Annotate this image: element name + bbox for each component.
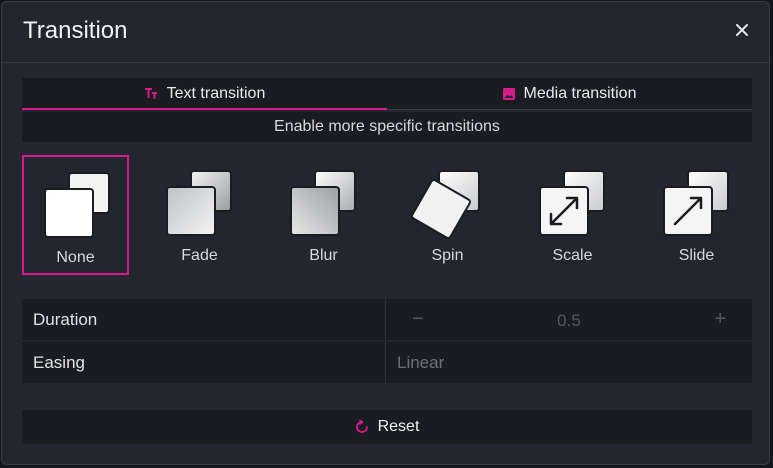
tab-text-transition[interactable]: Text transition <box>22 78 387 110</box>
option-label: Slide <box>678 247 715 264</box>
blur-transition-icon <box>290 170 356 236</box>
spin-transition-icon <box>411 170 480 239</box>
option-none[interactable]: None <box>22 155 129 275</box>
option-label: None <box>56 249 95 266</box>
dialog-title: Transition <box>23 17 128 44</box>
option-slide[interactable]: Slide <box>643 155 750 275</box>
tab-label: Text transition <box>166 84 266 102</box>
duration-stepper[interactable]: − 0.5 + <box>386 299 752 340</box>
reset-icon <box>355 420 369 434</box>
slide-transition-icon <box>663 170 729 236</box>
increment-button[interactable]: + <box>714 308 726 331</box>
close-icon[interactable] <box>731 19 753 41</box>
option-spin[interactable]: Spin <box>394 155 501 275</box>
text-type-icon <box>144 87 158 100</box>
transition-dialog: Transition Text transition Media transit… <box>1 1 770 465</box>
settings-table: Duration − 0.5 + Easing Linear <box>22 299 752 385</box>
tab-label: Media transition <box>523 84 637 102</box>
transition-tabs: Text transition Media transition <box>22 78 752 110</box>
duration-row: Duration − 0.5 + <box>22 299 752 340</box>
none-transition-icon <box>44 172 110 238</box>
tab-media-transition[interactable]: Media transition <box>387 78 752 109</box>
easing-label: Easing <box>22 342 386 383</box>
scale-transition-icon <box>539 170 605 236</box>
image-icon <box>502 87 515 100</box>
section-subtitle: Enable more specific transitions <box>22 112 752 142</box>
duration-value: 0.5 <box>557 311 581 330</box>
duration-label: Duration <box>22 299 386 340</box>
option-scale[interactable]: Scale <box>519 155 626 275</box>
reset-button[interactable]: Reset <box>22 410 752 444</box>
easing-select[interactable]: Linear <box>386 342 752 383</box>
transition-options: None Fade Blur Spin Scale Slide <box>22 155 752 275</box>
option-label: Fade <box>181 247 218 264</box>
option-label: Blur <box>309 247 338 264</box>
option-fade[interactable]: Fade <box>146 155 253 275</box>
option-label: Spin <box>431 247 464 264</box>
option-blur[interactable]: Blur <box>270 155 377 275</box>
reset-label: Reset <box>377 418 420 435</box>
option-label: Scale <box>552 247 593 264</box>
easing-row: Easing Linear <box>22 342 752 383</box>
dialog-header: Transition <box>2 2 769 63</box>
fade-transition-icon <box>166 170 232 236</box>
